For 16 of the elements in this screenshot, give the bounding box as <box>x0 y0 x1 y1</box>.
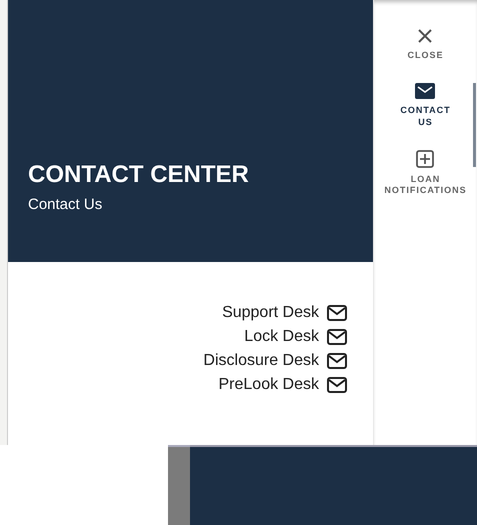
desk-link[interactable]: Lock Desk <box>244 326 319 348</box>
mail-icon <box>327 353 347 369</box>
mail-icon <box>327 329 347 345</box>
plus-box-icon <box>416 150 434 168</box>
mail-icon <box>327 305 347 321</box>
mail-icon <box>415 83 436 100</box>
desk-link[interactable]: Disclosure Desk <box>203 350 319 372</box>
sidebar-item[interactable]: CLOSE <box>407 28 444 62</box>
desk-link[interactable]: PreLook Desk <box>218 374 319 396</box>
mail-icon <box>327 377 347 393</box>
sidebar-item[interactable]: LOAN NOTIFICATIONS <box>384 150 467 196</box>
page-title: CONTACT CENTER <box>28 162 250 188</box>
close-icon <box>417 28 434 44</box>
page-subtitle: Contact Us <box>28 195 104 216</box>
sidebar-item[interactable]: CONTACT US <box>400 83 451 128</box>
desk-link[interactable]: Support Desk <box>222 302 319 324</box>
